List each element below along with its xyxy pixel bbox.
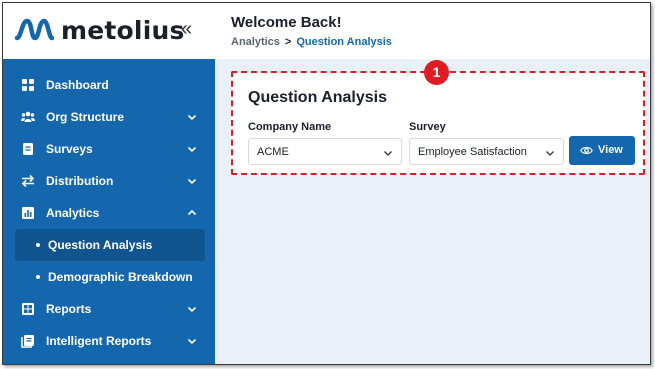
breadcrumb-separator: > [284, 36, 292, 48]
sidebar-item-label: Org Structure [46, 110, 125, 124]
sidebar-subitem-demographic-breakdown[interactable]: Demographic Breakdown [3, 261, 215, 293]
card-title: Question Analysis [248, 89, 387, 106]
people-icon [21, 111, 35, 122]
clipboard-icon [23, 143, 33, 155]
bullet-icon [36, 243, 40, 247]
welcome-title: Welcome Back! [231, 14, 342, 31]
sidebar-subitem-label: Question Analysis [48, 238, 153, 252]
survey-select[interactable]: Employee Satisfaction [409, 138, 564, 165]
metolius-logo-icon [14, 18, 54, 41]
sidebar-nav: Dashboard Org Structure Surveys Distribu… [3, 69, 215, 357]
sidebar-item-org-structure[interactable]: Org Structure [3, 101, 215, 133]
sidebar-item-reports[interactable]: Reports [3, 293, 215, 325]
annotation-number-badge: 1 [424, 60, 449, 85]
grid-icon [22, 79, 34, 91]
chevron-down-icon [187, 178, 197, 185]
sidebar: metolius « Dashboard Org Structure Surve… [3, 3, 215, 364]
collapse-sidebar-button[interactable]: « [181, 19, 192, 39]
company-name-select[interactable]: ACME [248, 138, 402, 165]
sidebar-item-dashboard[interactable]: Dashboard [3, 69, 215, 101]
sidebar-item-label: Analytics [46, 206, 100, 220]
page-header: Welcome Back! Analytics > Question Analysi… [215, 3, 650, 59]
company-name-label: Company Name [248, 121, 332, 133]
sidebar-item-intelligent-reports[interactable]: Intelligent Reports [3, 325, 215, 357]
chart-icon [22, 207, 34, 219]
question-analysis-card: Question Analysis Company Name ACME Surv… [231, 71, 645, 175]
sidebar-item-label: Distribution [46, 174, 114, 188]
arrows-icon [21, 174, 35, 188]
sidebar-item-analytics[interactable]: Analytics [3, 197, 215, 229]
breadcrumb: Analytics > Question Analysis [231, 36, 392, 48]
chevron-down-icon [187, 146, 197, 153]
chevron-down-icon [187, 306, 197, 313]
sidebar-subitem-question-analysis[interactable]: Question Analysis [15, 229, 205, 261]
eye-icon [580, 146, 593, 155]
chevron-down-icon [187, 338, 197, 345]
chevron-down-icon [384, 151, 392, 156]
company-name-value: ACME [257, 146, 289, 158]
brand-bar: metolius « [3, 3, 215, 59]
sidebar-item-label: Intelligent Reports [46, 334, 152, 348]
survey-value: Employee Satisfaction [418, 146, 527, 158]
app-window: metolius « Dashboard Org Structure Surve… [2, 2, 651, 365]
view-button[interactable]: View [569, 136, 635, 165]
sidebar-item-label: Surveys [46, 142, 93, 156]
sidebar-subitem-label: Demographic Breakdown [48, 270, 193, 284]
chevron-down-icon [546, 151, 554, 156]
sidebar-item-surveys[interactable]: Surveys [3, 133, 215, 165]
sidebar-item-label: Dashboard [46, 78, 109, 92]
report-icon [22, 303, 34, 315]
brand-name: metolius [61, 16, 185, 45]
chevron-down-icon [187, 114, 197, 121]
view-button-label: View [598, 144, 623, 156]
chevron-up-icon [187, 209, 197, 216]
book-icon [21, 335, 34, 348]
bullet-icon [36, 275, 40, 279]
survey-label: Survey [409, 121, 446, 133]
sidebar-item-distribution[interactable]: Distribution [3, 165, 215, 197]
sidebar-item-label: Reports [46, 302, 92, 316]
breadcrumb-current: Question Analysis [296, 36, 392, 48]
breadcrumb-analytics-link[interactable]: Analytics [231, 36, 280, 48]
